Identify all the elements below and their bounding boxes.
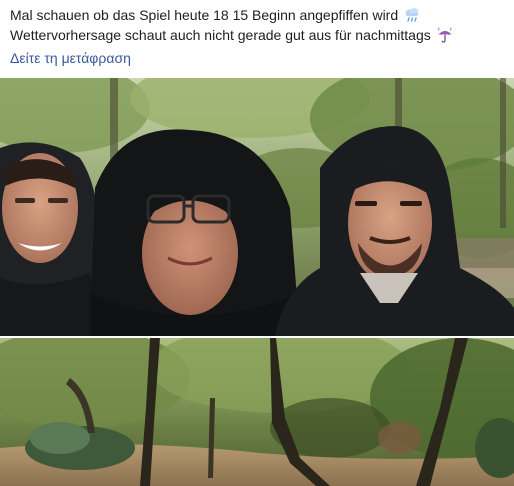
post-text-line-1-text: Mal schauen ob das Spiel heute 18 15 Beg…: [10, 7, 399, 23]
post-text-line-1: Mal schauen ob das Spiel heute 18 15 Beg…: [10, 5, 506, 25]
umbrella-with-rain-icon: [436, 27, 454, 43]
post-text-line-2-text: Wettervorhersage schaut auch nicht gerad…: [10, 27, 431, 43]
see-translation-link[interactable]: Δείτε τη μετάφραση: [10, 48, 131, 68]
flooded-park-photo[interactable]: [0, 338, 514, 486]
post-text: Mal schauen ob das Spiel heute 18 15 Beg…: [10, 5, 506, 45]
selfie-photo[interactable]: [0, 78, 514, 336]
post-text-line-2: Wettervorhersage schaut auch nicht gerad…: [10, 25, 506, 45]
cloud-with-rain-icon: [403, 7, 421, 23]
